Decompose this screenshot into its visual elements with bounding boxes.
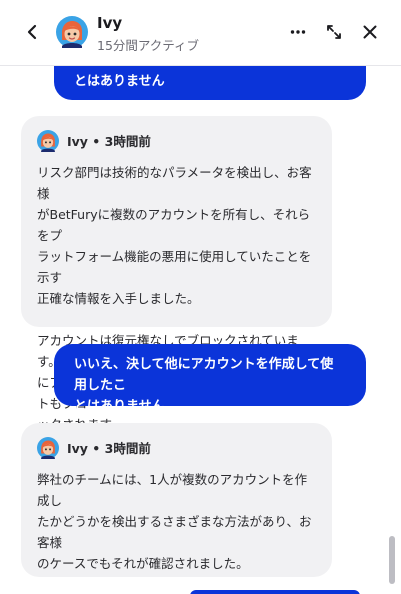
message-author-time: Ivy • 3時間前 [67, 440, 151, 456]
user-message: いいえ、決して他にアカウントを作成して使用したこ とはありません [54, 344, 366, 414]
chevron-left-icon[interactable] [22, 22, 42, 42]
avatar [37, 130, 59, 152]
message-meta: Ivy • 3時間前 [37, 437, 316, 459]
message-meta: Ivy • 3時間前 [37, 130, 316, 152]
user-message: とはありません [54, 66, 366, 100]
agent-name: Ivy [97, 14, 123, 32]
chat-header: Ivy 15分間アクティブ [0, 0, 401, 66]
next-message-edge [190, 590, 360, 594]
agent-message: Ivy • 3時間前 リスク部門は技術的なパラメータを検出し、お客様 がBetF… [21, 116, 332, 432]
close-icon[interactable] [361, 23, 379, 41]
more-horizontal-icon[interactable] [289, 23, 307, 41]
chat-messages: とはありません Ivy • 3時間前 リスク部門は技術的なパラメータを検出し、お… [0, 66, 401, 594]
message-author-time: Ivy • 3時間前 [67, 133, 151, 149]
agent-message: Ivy • 3時間前 弊社のチームには、1人が複数のアカウントを作成し たかどう… [21, 423, 332, 577]
avatar [37, 437, 59, 459]
expand-icon[interactable] [325, 23, 343, 41]
agent-status: 15分間アクティブ [97, 38, 200, 53]
scrollbar-thumb[interactable] [389, 536, 395, 584]
message-text: 弊社のチームには、1人が複数のアカウントを作成し たかどうかを検出するさまざまな… [37, 472, 312, 571]
avatar [56, 16, 88, 48]
